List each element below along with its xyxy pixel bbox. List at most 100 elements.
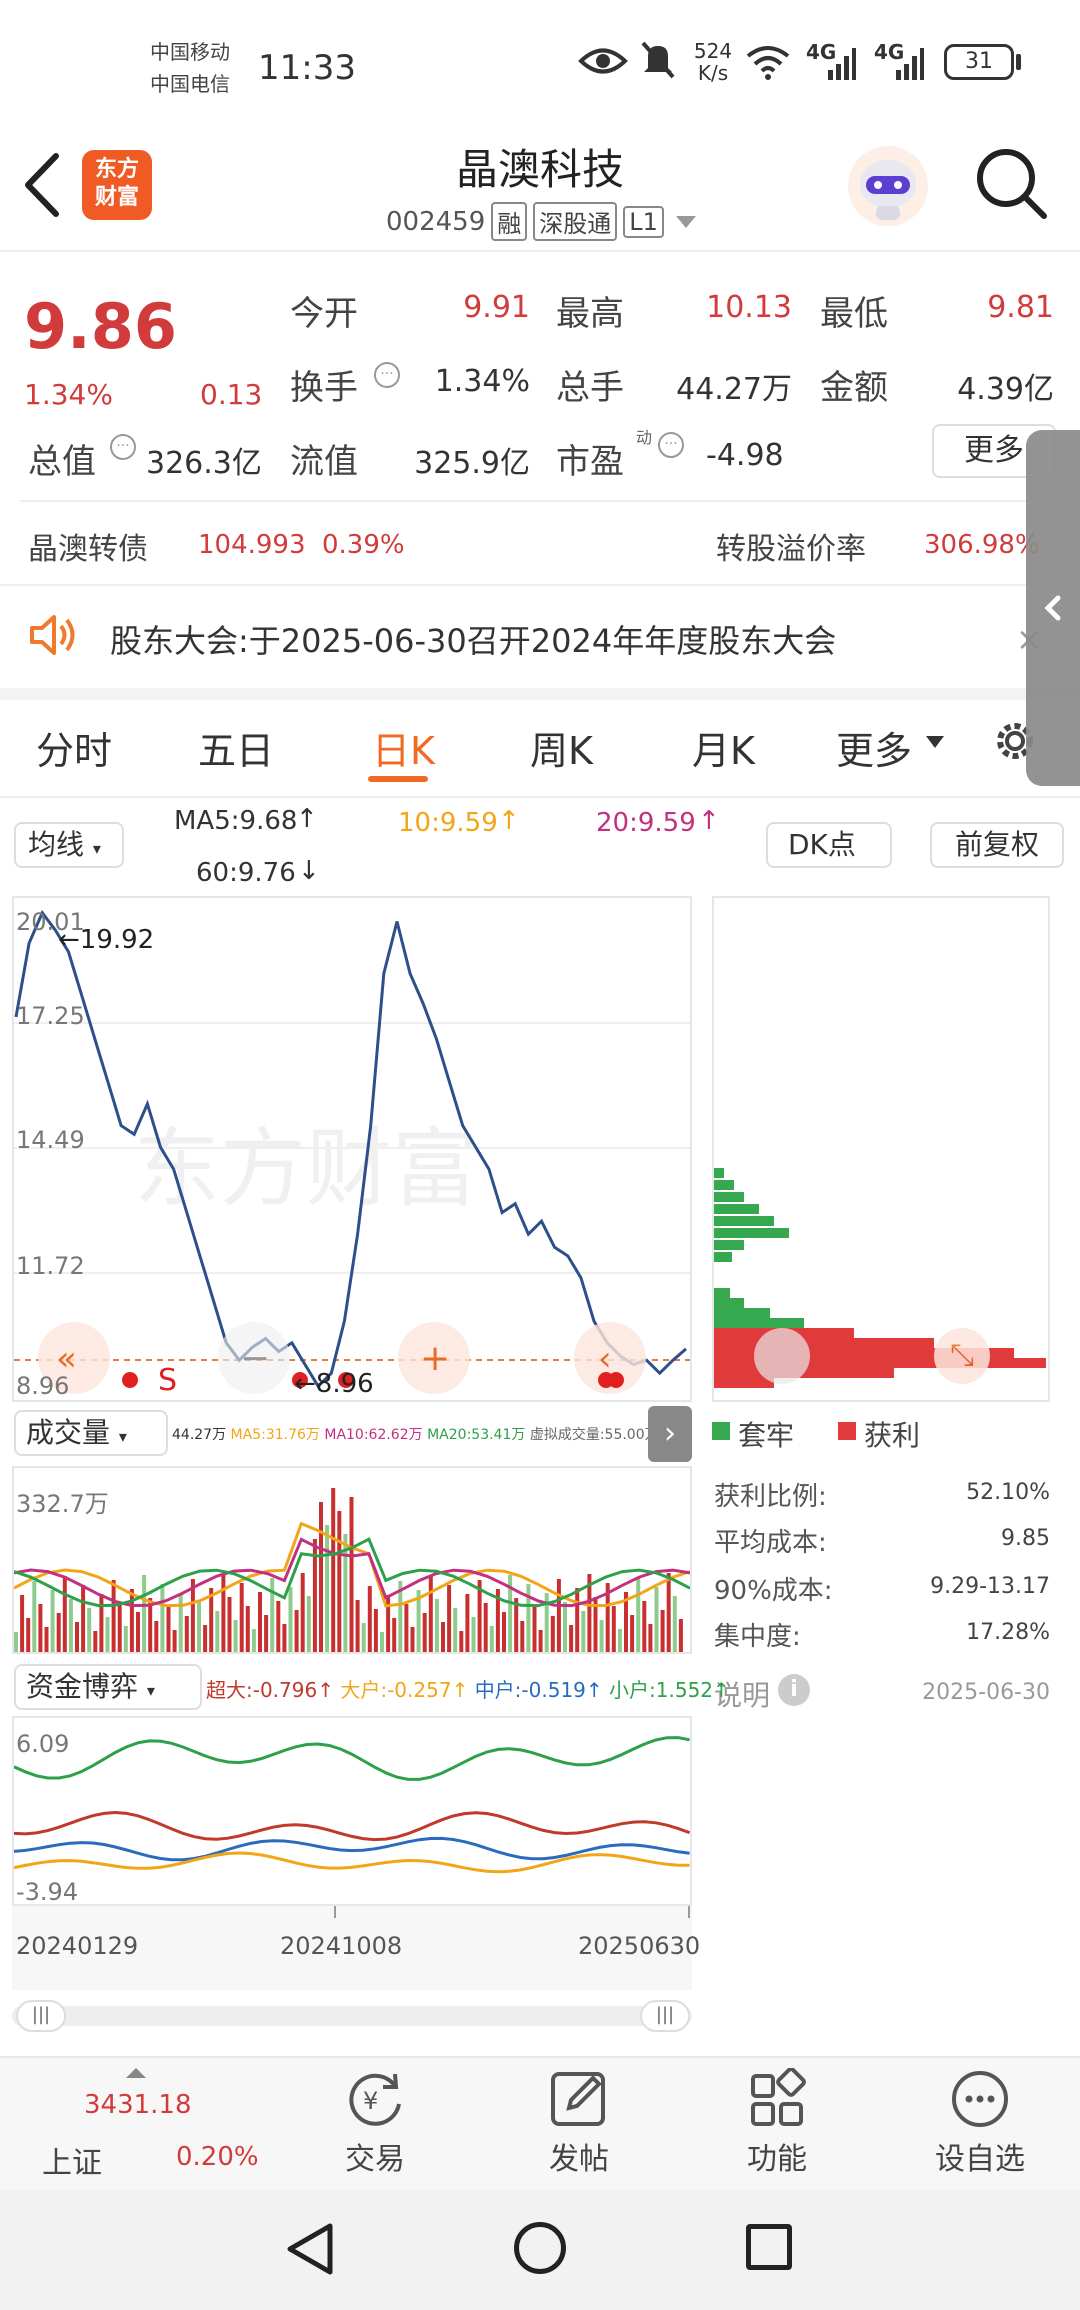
- volume-legend-ma5: MA5:31.76万: [230, 1427, 320, 1443]
- battery-tip: [1016, 54, 1021, 70]
- min-price-marker: ←8.96: [294, 1369, 374, 1399]
- chip-nav-circle[interactable]: [754, 1328, 810, 1384]
- notice-text[interactable]: 股东大会:于2025-06-30召开2024年年度股东大会: [110, 616, 836, 662]
- volume-bar: [325, 1525, 330, 1652]
- nav-back-triangle-icon[interactable]: [282, 2220, 338, 2282]
- expand-icon[interactable]: ⤡: [934, 1328, 990, 1384]
- volume-bar: [75, 1622, 79, 1652]
- tab-monthly-k[interactable]: 月K: [692, 720, 755, 775]
- range-slider-right-handle[interactable]: |||: [640, 2000, 690, 2032]
- nav-watchlist-label: 设自选: [935, 2142, 1025, 2177]
- volume-chart[interactable]: 332.7万: [12, 1466, 692, 1654]
- volume-legend-ma20: MA20:53.41万: [427, 1427, 526, 1443]
- index-percent[interactable]: 0.20%: [176, 2142, 259, 2172]
- ma10-value: 10:9.59: [398, 808, 498, 838]
- ma-selector[interactable]: 均线 ▾: [14, 822, 124, 868]
- volume-bar: [617, 1629, 622, 1652]
- back-icon[interactable]: [20, 150, 64, 224]
- tab-five-day[interactable]: 五日: [198, 720, 274, 775]
- volume-bar: [337, 1511, 342, 1652]
- dropdown-caret-icon[interactable]: [675, 215, 696, 228]
- sell-marker: S: [158, 1363, 177, 1398]
- fund-line: [13, 1810, 691, 1842]
- legend-trapped-swatch: [712, 1422, 730, 1440]
- tab-intraday[interactable]: 分时: [36, 720, 112, 775]
- chip-row-value: 52.10%: [966, 1480, 1050, 1505]
- info-circle-icon[interactable]: i: [778, 1674, 810, 1706]
- chip-bar: [714, 1228, 789, 1238]
- turnover-value: 1.34%: [434, 364, 530, 399]
- index-name[interactable]: 上证: [42, 2138, 102, 2182]
- volume-bar: [129, 1589, 134, 1652]
- nav-recent-square-icon[interactable]: [746, 2224, 792, 2270]
- volume-bar: [532, 1607, 537, 1652]
- volume-bar: [166, 1607, 171, 1652]
- ma60-down-arrow-icon: ↓: [298, 856, 320, 886]
- volume-bar: [434, 1599, 439, 1652]
- info-icon[interactable]: ···: [374, 362, 400, 388]
- volume-bar: [569, 1625, 574, 1652]
- nav-home-circle-icon[interactable]: [514, 2222, 566, 2274]
- volume-bar: [105, 1617, 110, 1652]
- nav-functions[interactable]: 功能: [732, 2067, 822, 2178]
- chip-date: 2025-06-30: [922, 1680, 1050, 1705]
- volume-bar: [178, 1593, 183, 1652]
- volume-bar: [654, 1587, 659, 1652]
- fund-legend-big: 大户:-0.257: [340, 1678, 452, 1702]
- bond-price: 104.993: [198, 530, 306, 560]
- fund-line: [13, 1836, 690, 1862]
- fund-chart[interactable]: 6.09 -3.94: [12, 1716, 692, 1906]
- carrier-1: 中国移动: [150, 40, 230, 64]
- volume-bar: [251, 1629, 256, 1652]
- margin-tag: 融: [491, 202, 528, 241]
- volume-bar: [630, 1615, 635, 1652]
- volume-bar: [117, 1603, 122, 1652]
- volume-bar: [380, 1632, 384, 1652]
- volume-selector[interactable]: 成交量 ▾: [14, 1410, 168, 1456]
- battery-level: 31: [965, 49, 993, 74]
- pe-label: 市盈: [556, 442, 624, 482]
- carrier-2: 中国电信: [150, 72, 230, 96]
- tab-daily-k[interactable]: 日K: [372, 720, 435, 775]
- nav-watchlist[interactable]: 设自选: [920, 2068, 1040, 2178]
- robot-avatar-icon[interactable]: [846, 144, 930, 232]
- bond-name[interactable]: 晶澳转债: [28, 524, 148, 568]
- side-drawer-handle[interactable]: [1026, 430, 1080, 786]
- index-value[interactable]: 3431.18: [84, 2090, 192, 2120]
- volume-legend: 44.27万 MA5:31.76万 MA10:62.62万 MA20:53.41…: [172, 1424, 659, 1444]
- connect-tag: 深股通: [533, 202, 618, 241]
- fund-y-top: 6.09: [16, 1730, 70, 1758]
- volume-bar: [184, 1616, 189, 1652]
- volume-bar: [245, 1606, 250, 1652]
- search-icon[interactable]: [974, 146, 1050, 226]
- nav-post[interactable]: 发帖: [534, 2068, 624, 2178]
- volume-bar: [526, 1584, 531, 1652]
- chip-distribution-chart[interactable]: ⤡: [712, 896, 1050, 1402]
- fund-selector[interactable]: 资金博弈 ▾: [14, 1664, 202, 1710]
- stock-code-row: 002459 融 深股通 L1: [386, 202, 696, 241]
- kline-chart[interactable]: 东方财富 « − + ‹ S ←19.92 ←8.96 20.01 17.25 …: [12, 896, 692, 1402]
- chevron-right-button[interactable]: ›: [648, 1406, 692, 1462]
- range-slider-left-handle[interactable]: |||: [16, 2000, 66, 2032]
- info-icon[interactable]: ···: [658, 432, 684, 458]
- chip-row-label: 获利比例:: [714, 1482, 827, 1512]
- app-logo[interactable]: 东方 财富: [82, 150, 152, 220]
- adjust-price-button[interactable]: 前复权: [930, 822, 1064, 868]
- volume-bar: [483, 1603, 488, 1652]
- volume-bar: [203, 1625, 208, 1652]
- dk-point-button[interactable]: DK点: [766, 822, 892, 868]
- tab-more[interactable]: 更多: [836, 720, 912, 775]
- info-icon[interactable]: ···: [110, 434, 136, 460]
- chip-bar: [714, 1288, 730, 1298]
- x-label-end: 20250630: [578, 1932, 701, 1960]
- tab-weekly-k[interactable]: 周K: [530, 720, 593, 775]
- volume-value: 44.27万: [676, 372, 792, 407]
- volume-bar: [197, 1602, 201, 1652]
- volume-bar: [239, 1583, 244, 1652]
- chip-row-label: 平均成本:: [714, 1528, 827, 1558]
- range-slider-track[interactable]: [12, 2006, 692, 2026]
- volume-bar: [361, 1623, 366, 1652]
- volume-bar: [678, 1619, 683, 1652]
- volume-bar: [154, 1621, 159, 1652]
- nav-trade[interactable]: ¥ 交易: [330, 2068, 420, 2178]
